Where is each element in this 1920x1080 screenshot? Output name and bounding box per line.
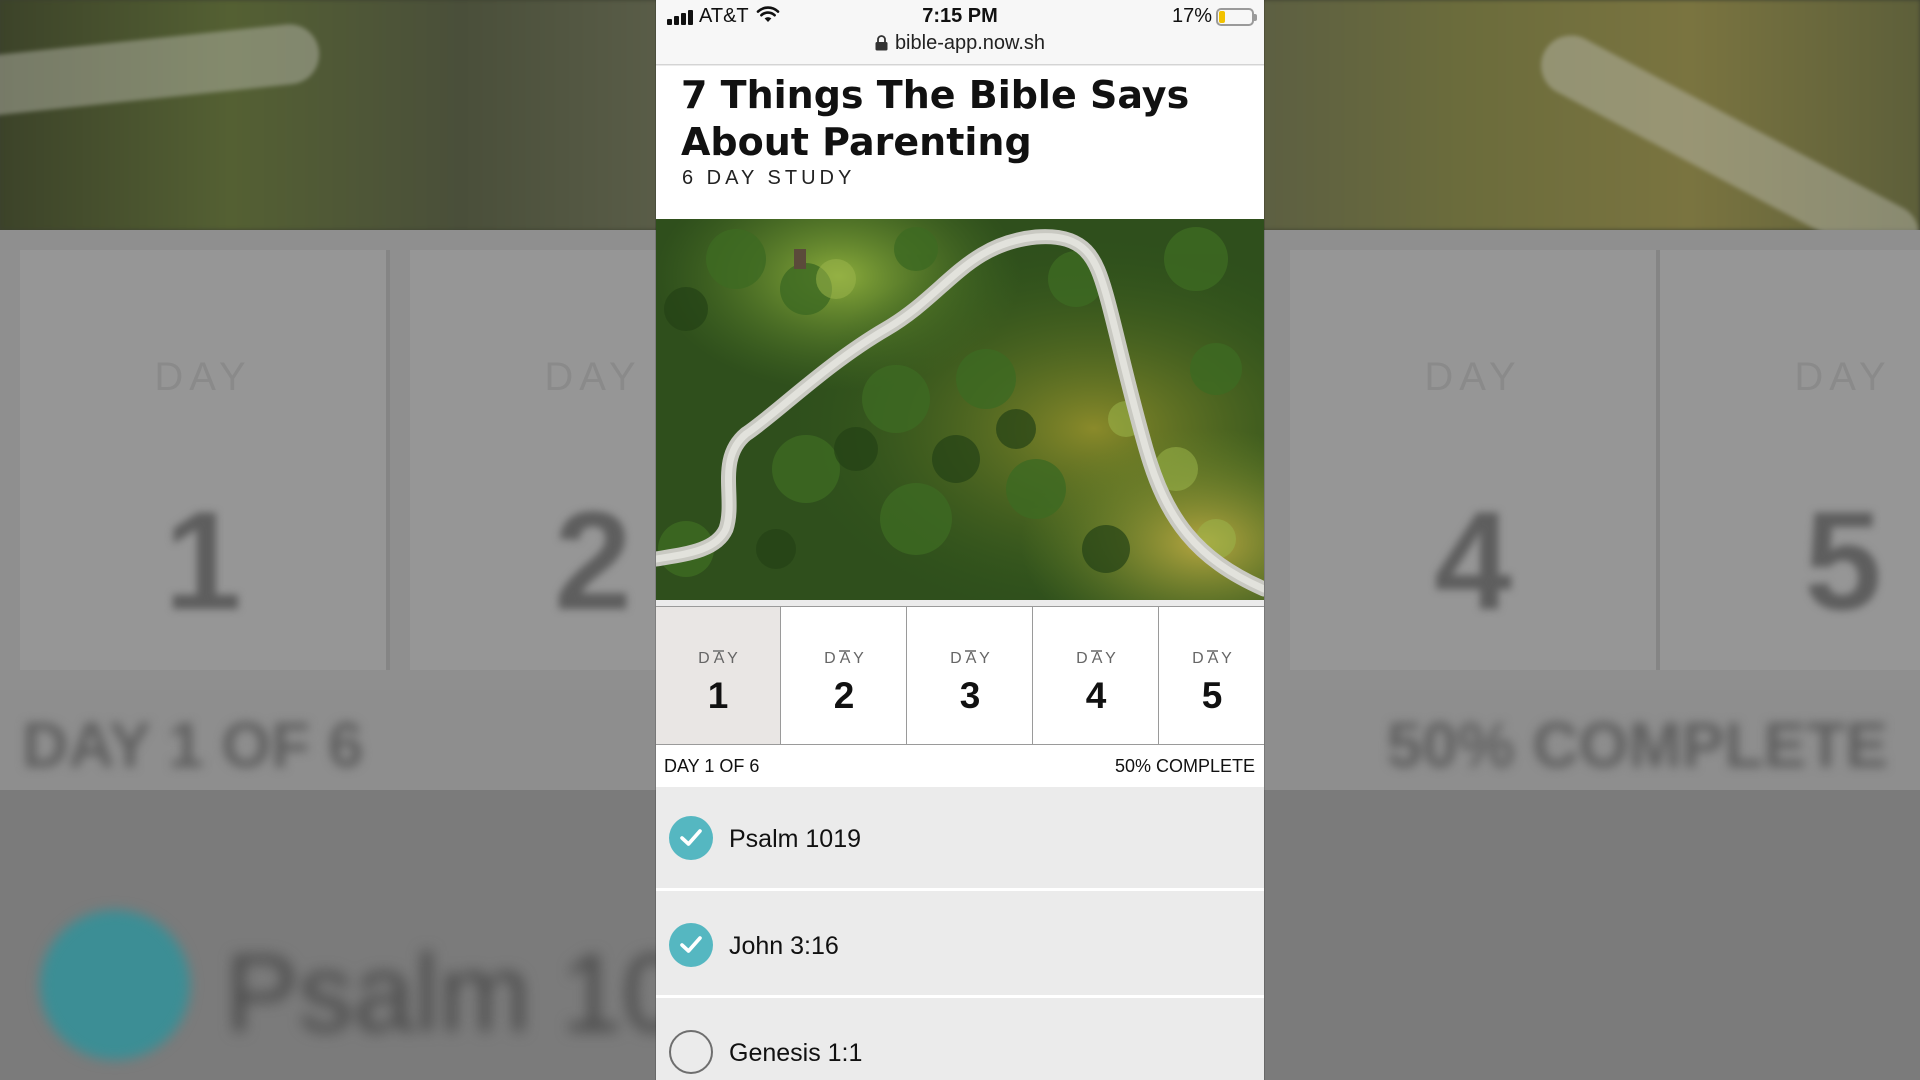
battery-percent: 17% xyxy=(1171,5,1212,27)
day-tab-number: 1 xyxy=(707,675,729,716)
battery-icon xyxy=(1216,8,1257,26)
background-progress-left: DAY 1 OF 6 xyxy=(22,709,364,781)
checkmark-icon[interactable] xyxy=(669,923,713,967)
background-check-icon xyxy=(40,910,190,1060)
day-tab-number: 4 xyxy=(1085,675,1107,716)
hero-image xyxy=(656,219,1264,600)
background-day-number: 4 xyxy=(1434,482,1512,639)
day-tab-1[interactable]: DAY 1 xyxy=(656,607,781,744)
checkmark-icon[interactable] xyxy=(669,816,713,860)
address-bar[interactable]: bible-app.now.sh xyxy=(656,32,1264,57)
day-tab-number: 5 xyxy=(1201,675,1223,716)
background-day-card: DAY 4 xyxy=(1290,250,1660,670)
day-tab-5[interactable]: DAY 5 xyxy=(1160,607,1264,744)
reading-label: Genesis 1:1 xyxy=(729,1039,863,1067)
day-tab-number: 2 xyxy=(833,675,855,716)
day-tab-2[interactable]: DAY 2 xyxy=(782,607,907,744)
day-tab-number: 3 xyxy=(959,675,981,716)
url-text: bible-app.now.sh xyxy=(894,32,1046,54)
study-subtitle: 6 DAY STUDY xyxy=(682,167,856,189)
day-tab-label: DAY xyxy=(824,650,868,667)
phone-screen: AT&T 7:15 PM 17% bible-app.now.sh 7 Thin… xyxy=(656,0,1264,1080)
day-tab-label: DAY xyxy=(950,650,994,667)
reading-item[interactable]: John 3:16 xyxy=(656,894,1264,998)
lock-icon xyxy=(875,34,888,57)
study-header: 7 Things The Bible Says About Parenting … xyxy=(656,66,1264,219)
reading-item[interactable]: Genesis 1:1 xyxy=(656,1001,1264,1080)
day-tab-4[interactable]: DAY 4 xyxy=(1034,607,1159,744)
background-day-number: 5 xyxy=(1804,482,1882,639)
empty-circle-icon[interactable] xyxy=(669,1030,713,1074)
reading-label: John 3:16 xyxy=(729,932,839,960)
reading-item[interactable]: Psalm 1019 xyxy=(656,787,1264,891)
day-counter: DAY 1 OF 6 xyxy=(664,756,760,776)
status-bar: AT&T 7:15 PM 17% bible-app.now.sh xyxy=(656,0,1264,65)
background-day-number: 1 xyxy=(164,482,242,639)
study-title: 7 Things The Bible Says About Parenting xyxy=(681,73,1190,164)
day-tab-3[interactable]: DAY 3 xyxy=(908,607,1033,744)
reading-label: Psalm 1019 xyxy=(729,825,862,853)
day-tab-label: DAY xyxy=(698,650,742,667)
background-day-card: DAY 1 xyxy=(20,250,390,670)
background-day-card: DAY 5 xyxy=(1660,250,1920,670)
day-selector: DAY 1 DAY 2 DAY 3 DAY 4 DAY 5 xyxy=(656,606,1264,745)
background-progress-right: 50% COMPLETE xyxy=(1386,709,1888,781)
day-tab-label: DAY xyxy=(1076,650,1120,667)
percent-complete: 50% COMPLETE xyxy=(1114,756,1255,776)
progress-bar: DAY 1 OF 6 50% COMPLETE xyxy=(656,745,1264,787)
day-tab-label: DAY xyxy=(1192,650,1236,667)
